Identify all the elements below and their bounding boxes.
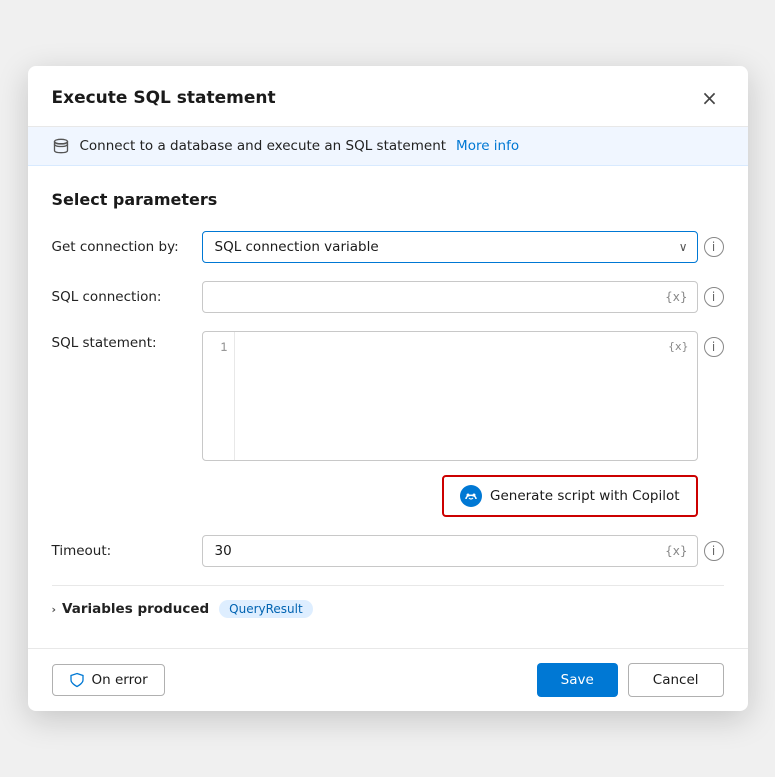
timeout-control-wrapper: {x} i [202,535,724,567]
connection-row: Get connection by: SQL connection variab… [52,231,724,263]
connection-control-wrapper: SQL connection variable ∨ i [202,231,724,263]
sql-connection-input[interactable] [202,281,698,313]
sql-connection-label: SQL connection: [52,281,192,305]
dialog: Execute SQL statement × Connect to a dat… [28,66,748,711]
editor-content: {x} [235,332,697,460]
connection-select-wrapper: SQL connection variable ∨ [202,231,698,263]
close-button[interactable]: × [696,84,724,112]
line-number-1: 1 [220,338,227,357]
editor-xvar-button[interactable]: {x} [668,340,689,353]
timeout-label: Timeout: [52,535,192,559]
dialog-title: Execute SQL statement [52,88,276,108]
copilot-button[interactable]: Generate script with Copilot [442,475,698,517]
sql-connection-info-icon[interactable]: i [704,287,724,307]
dialog-footer: On error Save Cancel [28,648,748,711]
sql-statement-wrapper: 1 {x} i [202,331,724,461]
connection-label: Get connection by: [52,231,192,255]
variables-toggle-button[interactable]: › Variables produced [52,601,210,617]
sql-connection-input-wrapper: {x} [202,281,698,313]
banner-text: Connect to a database and execute an SQL… [80,138,447,154]
cancel-button[interactable]: Cancel [628,663,724,697]
footer-right: Save Cancel [537,663,724,697]
sql-statement-row: SQL statement: 1 {x} i [52,331,724,461]
connection-info-icon[interactable]: i [704,237,724,257]
timeout-info-icon[interactable]: i [704,541,724,561]
dialog-overlay: Execute SQL statement × Connect to a dat… [0,0,775,777]
shield-icon [69,672,85,688]
dialog-body: Select parameters Get connection by: SQL… [28,166,748,648]
on-error-button[interactable]: On error [52,664,165,696]
code-editor-container: 1 {x} [202,331,698,461]
chevron-right-icon: › [52,603,57,616]
sql-textarea[interactable] [243,338,661,468]
variables-row: › Variables produced QueryResult [52,585,724,626]
dialog-header: Execute SQL statement × [28,66,748,127]
line-numbers: 1 [203,332,235,460]
on-error-label: On error [92,672,148,688]
sql-connection-control-wrapper: {x} i [202,281,724,313]
section-title: Select parameters [52,190,724,209]
timeout-row: Timeout: {x} i [52,535,724,567]
copilot-btn-label: Generate script with Copilot [490,488,680,504]
info-banner: Connect to a database and execute an SQL… [28,127,748,166]
database-icon [52,137,70,155]
variables-label: Variables produced [62,601,209,617]
timeout-input-wrapper: {x} [202,535,698,567]
sql-connection-row: SQL connection: {x} i [52,281,724,313]
copilot-row: Generate script with Copilot [52,475,724,517]
copilot-icon [460,485,482,507]
sql-statement-label: SQL statement: [52,331,192,351]
timeout-input[interactable] [202,535,698,567]
more-info-link[interactable]: More info [456,138,519,154]
query-result-badge: QueryResult [219,600,313,618]
save-button[interactable]: Save [537,663,618,697]
sql-statement-info-icon[interactable]: i [704,337,724,357]
connection-select[interactable]: SQL connection variable [202,231,698,263]
